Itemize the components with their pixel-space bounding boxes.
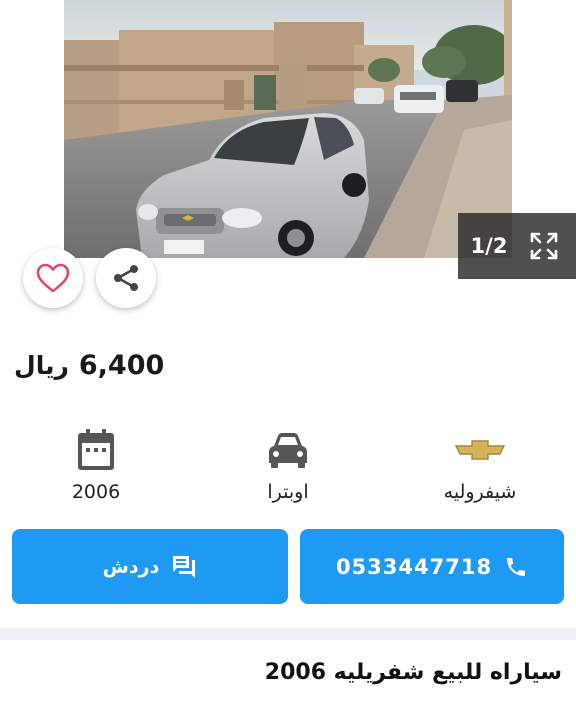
heart-icon: [36, 263, 70, 293]
section-divider: [0, 628, 576, 640]
car-photo-illustration: [64, 0, 512, 258]
call-button-label: 0533447718: [335, 554, 493, 579]
expand-icon: [530, 232, 558, 260]
price-currency: ريال: [14, 351, 69, 380]
chevrolet-logo-icon: [454, 440, 506, 460]
car-photo[interactable]: [64, 0, 512, 258]
price: ريال 6,400: [14, 350, 164, 381]
image-gallery[interactable]: 1/2: [0, 0, 576, 279]
price-value: 6,400: [78, 350, 165, 381]
spec-year-label: 2006: [71, 481, 121, 503]
car-icon: [269, 433, 307, 468]
spec-brand-label: شيفروليه: [443, 481, 517, 503]
share-button[interactable]: [96, 248, 156, 308]
share-icon: [114, 265, 138, 291]
image-counter: 1/2: [470, 234, 508, 258]
call-button[interactable]: 0533447718: [300, 529, 564, 604]
calendar-icon: [78, 429, 114, 470]
chat-button-label: دردش: [102, 555, 160, 578]
spec-brand: شيفروليه: [410, 425, 550, 503]
spec-model: اوبترا: [218, 425, 358, 503]
ad-title: سياراه للبيع شفريليه 2006: [264, 660, 562, 685]
chevron-right-icon: [521, 104, 533, 126]
spec-model-label: اوبترا: [267, 481, 309, 503]
chat-icon: [173, 555, 196, 578]
next-image-button[interactable]: [514, 100, 540, 130]
chevron-left-icon: [43, 104, 55, 126]
prev-image-button[interactable]: [36, 100, 62, 130]
image-counter-bar: 1/2: [458, 213, 576, 279]
phone-icon: [507, 557, 526, 576]
favorite-button[interactable]: [23, 248, 83, 308]
spec-year: 2006: [26, 425, 166, 503]
spec-row: 2006 اوبترا شيفروليه: [0, 425, 576, 505]
fullscreen-button[interactable]: [520, 230, 560, 262]
chat-button[interactable]: دردش: [12, 529, 288, 604]
